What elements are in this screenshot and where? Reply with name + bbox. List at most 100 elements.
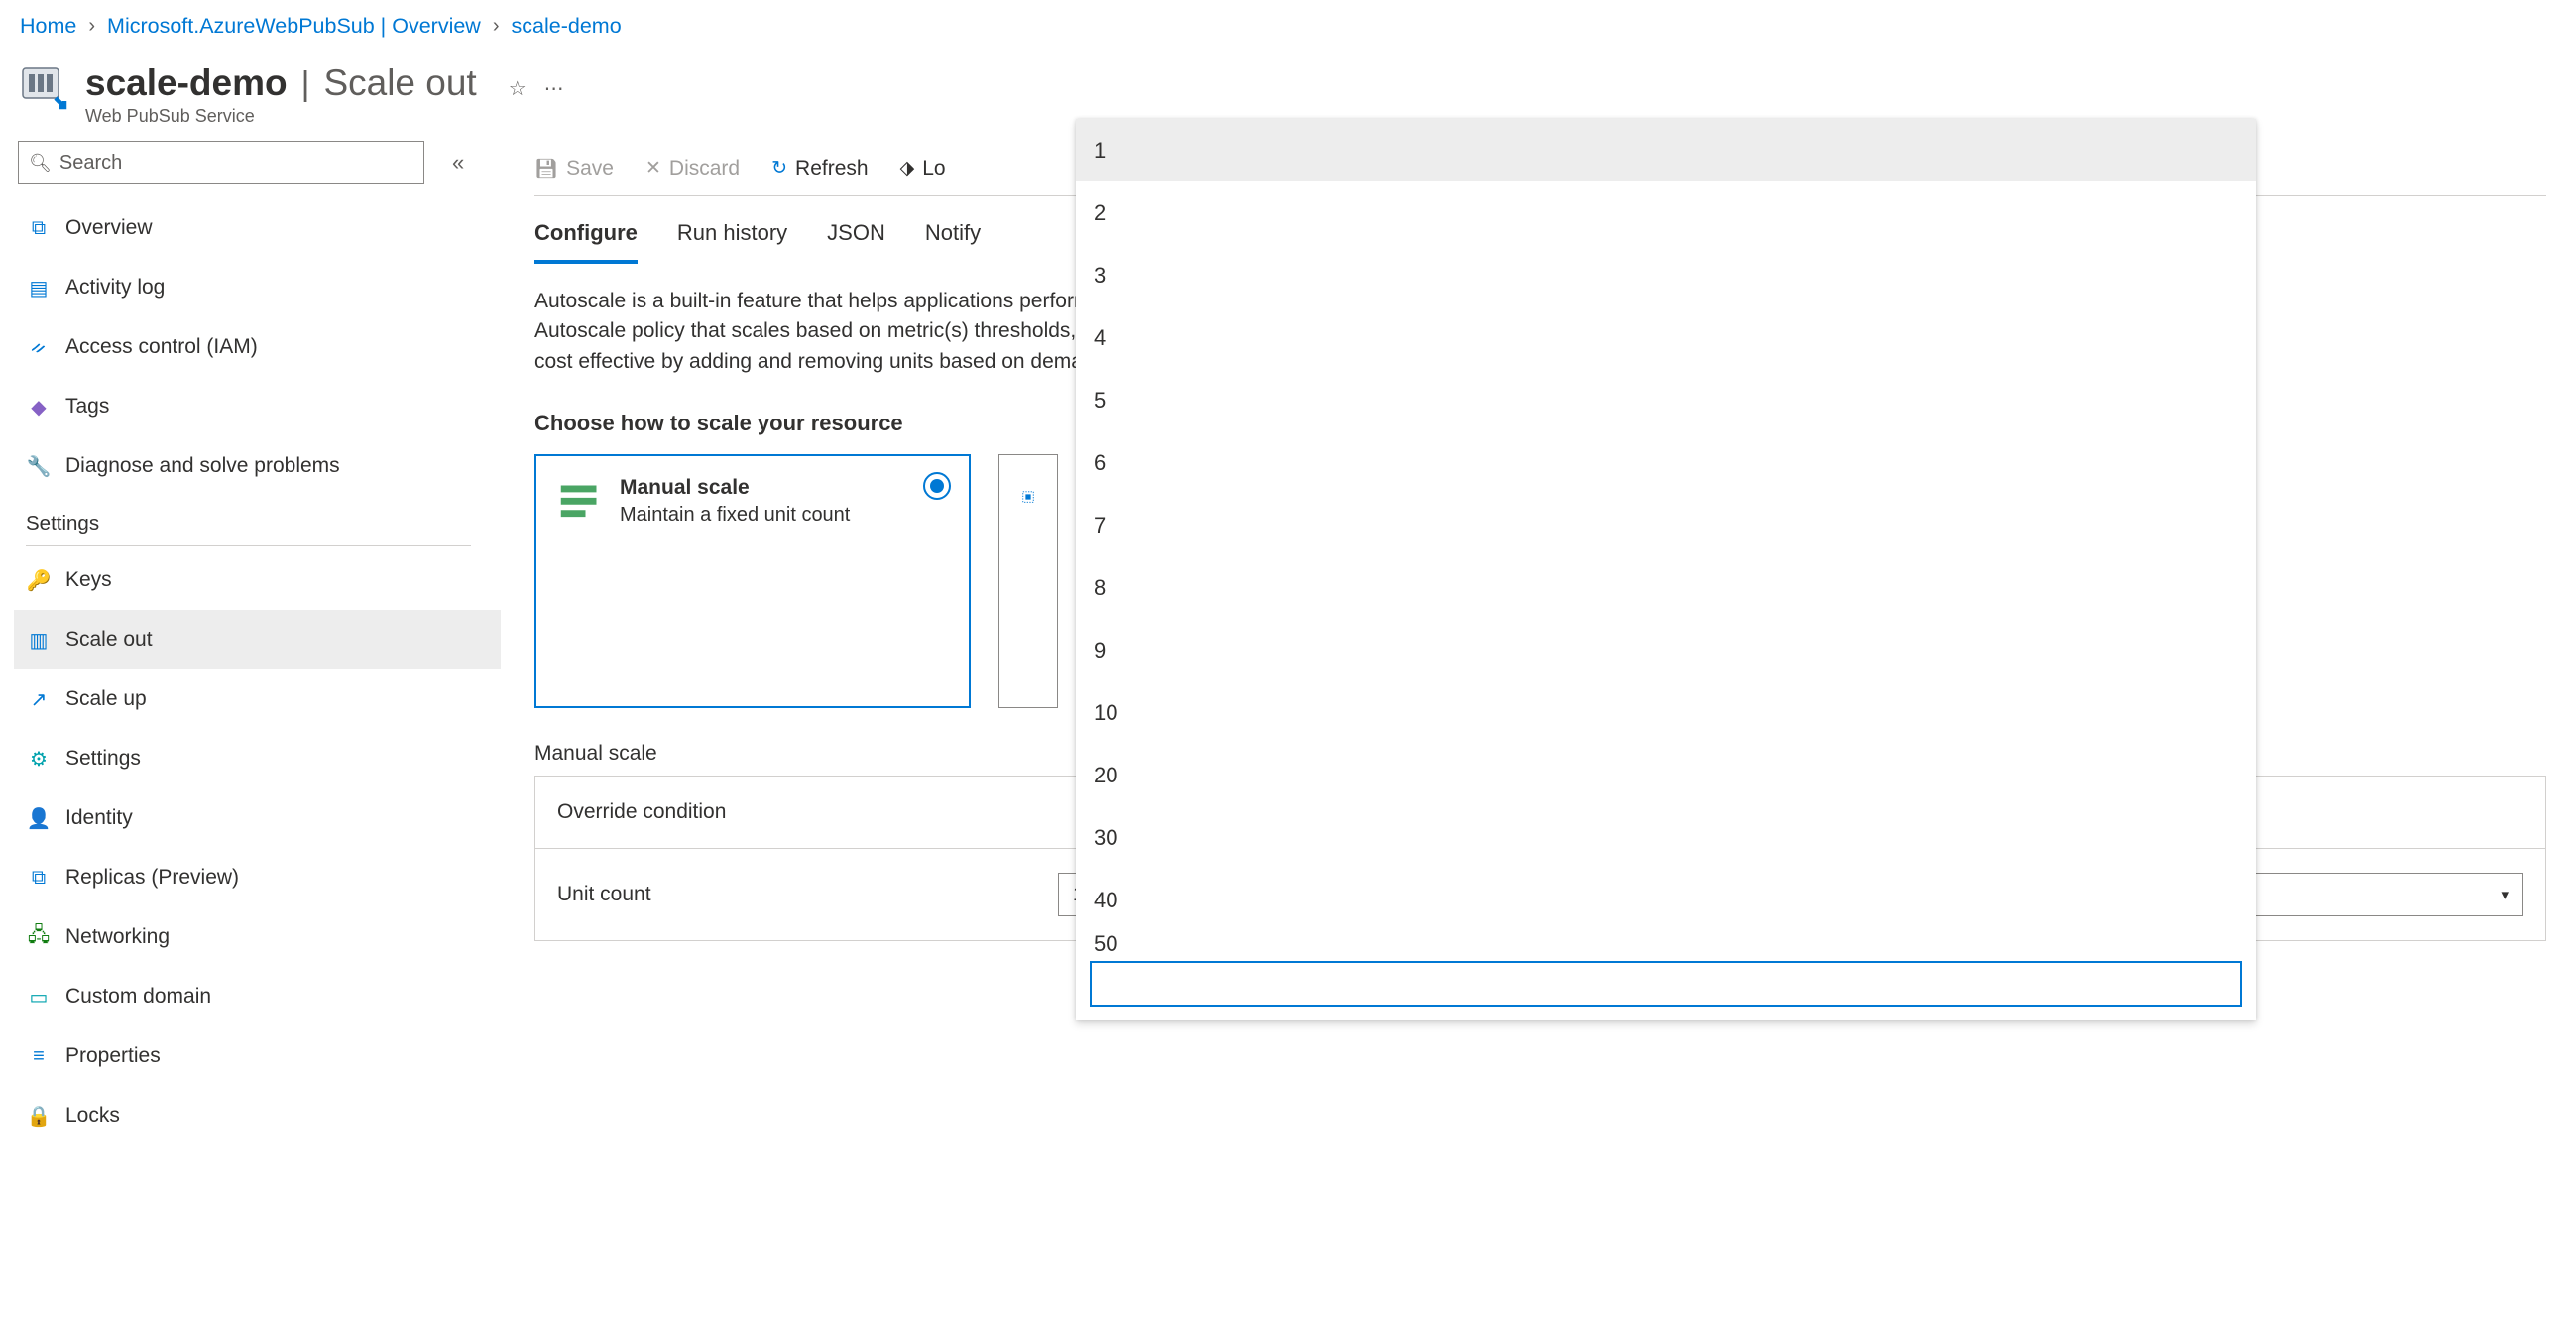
dropdown-option[interactable]: 10	[1076, 681, 2256, 744]
sidebar-item-label: Tags	[65, 395, 109, 419]
properties-icon: ≡	[26, 1045, 52, 1068]
tab-notify[interactable]: Notify	[925, 214, 981, 264]
sidebar-item-label: Scale out	[65, 628, 153, 652]
sidebar-item-label: Overview	[65, 216, 153, 240]
networking-icon: 🖧	[26, 920, 52, 954]
custom-autoscale-icon	[1021, 475, 1035, 519]
dropdown-option[interactable]: 5	[1076, 369, 2256, 431]
discard-button[interactable]: ✕ Discard	[645, 157, 740, 180]
search-placeholder: Search	[59, 152, 122, 175]
sidebar-item-settings[interactable]: ⚙ Settings	[14, 729, 501, 788]
sidebar-item-locks[interactable]: 🔒 Locks	[14, 1086, 501, 1145]
section-divider	[26, 545, 471, 546]
card-custom-autoscale[interactable]	[998, 454, 1058, 708]
replicas-icon: ⧉	[26, 867, 52, 890]
sidebar-item-label: Identity	[65, 806, 133, 830]
dropdown-option[interactable]: 6	[1076, 431, 2256, 494]
sidebar-item-label: Settings	[65, 747, 141, 771]
sidebar-item-label: Networking	[65, 925, 170, 949]
logs-button[interactable]: ⬗ Lo	[900, 157, 946, 180]
sidebar-item-diagnose-and-solve-problems[interactable]: 🔧 Diagnose and solve problems	[14, 436, 501, 496]
resource-type: Web PubSub Service	[85, 106, 564, 127]
sidebar-item-label: Replicas (Preview)	[65, 866, 239, 890]
dropdown-filter-input[interactable]	[1090, 961, 2242, 1007]
scale-up-icon: ↗	[26, 687, 52, 712]
scale-out-icon: ▥	[26, 628, 52, 653]
keys-icon: 🔑	[26, 568, 52, 593]
sidebar-item-scale-out[interactable]: ▥ Scale out	[14, 610, 501, 669]
sidebar-item-label: Keys	[65, 568, 112, 592]
access-control-icon: ᨀ	[26, 336, 52, 359]
logs-icon: ⬗	[900, 157, 915, 180]
sidebar-item-activity-log[interactable]: ▤ Activity log	[14, 258, 501, 317]
dropdown-option[interactable]: 9	[1076, 619, 2256, 681]
override-condition-label: Override condition	[557, 800, 1058, 824]
tab-json[interactable]: JSON	[827, 214, 885, 264]
diagnose-icon: 🔧	[26, 454, 52, 479]
unit-count-label: Unit count	[557, 883, 1058, 906]
search-input[interactable]: 🔍︎ Search	[18, 141, 424, 184]
discard-icon: ✕	[645, 157, 661, 180]
tab-run-history[interactable]: Run history	[677, 214, 787, 264]
sidebar-item-label: Diagnose and solve problems	[65, 454, 340, 478]
sidebar-item-identity[interactable]: 👤 Identity	[14, 788, 501, 848]
sidebar-item-networking[interactable]: 🖧 Networking	[14, 907, 501, 967]
dropdown-option[interactable]: 50	[1076, 931, 2256, 961]
sidebar-item-custom-domain[interactable]: ▭ Custom domain	[14, 967, 501, 1026]
collapse-sidebar-button[interactable]: «	[452, 150, 464, 176]
card-title: Manual scale	[620, 476, 850, 500]
breadcrumb-home[interactable]: Home	[20, 14, 76, 39]
breadcrumb-overview[interactable]: Microsoft.AzureWebPubSub | Overview	[107, 14, 481, 39]
card-manual-scale[interactable]: Manual scale Maintain a fixed unit count	[534, 454, 971, 708]
sidebar-item-tags[interactable]: ◆ Tags	[14, 377, 501, 436]
sidebar-item-label: Scale up	[65, 687, 147, 711]
sidebar-item-scale-up[interactable]: ↗ Scale up	[14, 669, 501, 729]
locks-icon: 🔒	[26, 1104, 52, 1129]
sidebar-item-access-control-iam-[interactable]: ᨀ Access control (IAM)	[14, 317, 501, 377]
refresh-icon: ↻	[771, 157, 787, 180]
sidebar-item-keys[interactable]: 🔑 Keys	[14, 550, 501, 610]
save-button[interactable]: 💾︎ Save	[534, 157, 614, 180]
tab-configure[interactable]: Configure	[534, 214, 638, 264]
chevron-right-icon: ›	[493, 15, 500, 38]
activity-log-icon: ▤	[26, 276, 52, 300]
sidebar-item-overview[interactable]: ⧉Overview	[14, 198, 501, 258]
search-icon: 🔍︎	[29, 153, 52, 174]
sidebar-item-replicas-preview-[interactable]: ⧉ Replicas (Preview)	[14, 848, 501, 907]
dropdown-option[interactable]: 4	[1076, 306, 2256, 369]
sidebar-item-label: Properties	[65, 1044, 161, 1068]
more-actions-icon[interactable]: ⋯	[544, 76, 564, 101]
sidebar-item-label: Access control (IAM)	[65, 335, 258, 359]
favorite-star-icon[interactable]: ☆	[509, 76, 527, 101]
sidebar-item-properties[interactable]: ≡ Properties	[14, 1026, 501, 1086]
dropdown-option[interactable]: 7	[1076, 494, 2256, 556]
refresh-button[interactable]: ↻ Refresh	[771, 157, 868, 180]
card-subtitle: Maintain a fixed unit count	[620, 504, 850, 527]
dropdown-option[interactable]: 2	[1076, 181, 2256, 244]
sidebar-item-label: Custom domain	[65, 985, 211, 1009]
blade-name: Scale out	[323, 62, 476, 104]
webpubsub-icon	[20, 62, 67, 110]
dropdown-option[interactable]: 30	[1076, 806, 2256, 869]
settings-icon: ⚙	[26, 747, 52, 772]
tags-icon: ◆	[26, 395, 52, 419]
breadcrumb: Home › Microsoft.AzureWebPubSub | Overvi…	[0, 0, 2576, 45]
identity-icon: 👤	[26, 806, 52, 831]
sidebar-item-label: Activity log	[65, 276, 165, 299]
resource-name: scale-demo	[85, 62, 288, 104]
custom-domain-icon: ▭	[26, 985, 52, 1010]
sidebar: 🔍︎ Search « ⧉Overview▤Activity logᨀAcces…	[0, 141, 501, 1145]
sidebar-item-label: Locks	[65, 1104, 120, 1128]
dropdown-option[interactable]: 40	[1076, 869, 2256, 931]
chevron-right-icon: ›	[88, 15, 95, 38]
breadcrumb-resource[interactable]: scale-demo	[512, 14, 622, 39]
manual-scale-icon	[558, 480, 602, 524]
dropdown-option[interactable]: 8	[1076, 556, 2256, 619]
dropdown-option[interactable]: 20	[1076, 744, 2256, 806]
unit-count-dropdown: 1234567891020304050	[1076, 119, 2256, 1020]
title-divider: |	[301, 65, 310, 104]
page-header: scale-demo | Scale out ☆ ⋯ Web PubSub Se…	[0, 45, 2576, 127]
dropdown-option[interactable]: 3	[1076, 244, 2256, 306]
dropdown-option[interactable]: 1	[1076, 119, 2256, 181]
sidebar-section-settings: Settings	[14, 496, 501, 539]
